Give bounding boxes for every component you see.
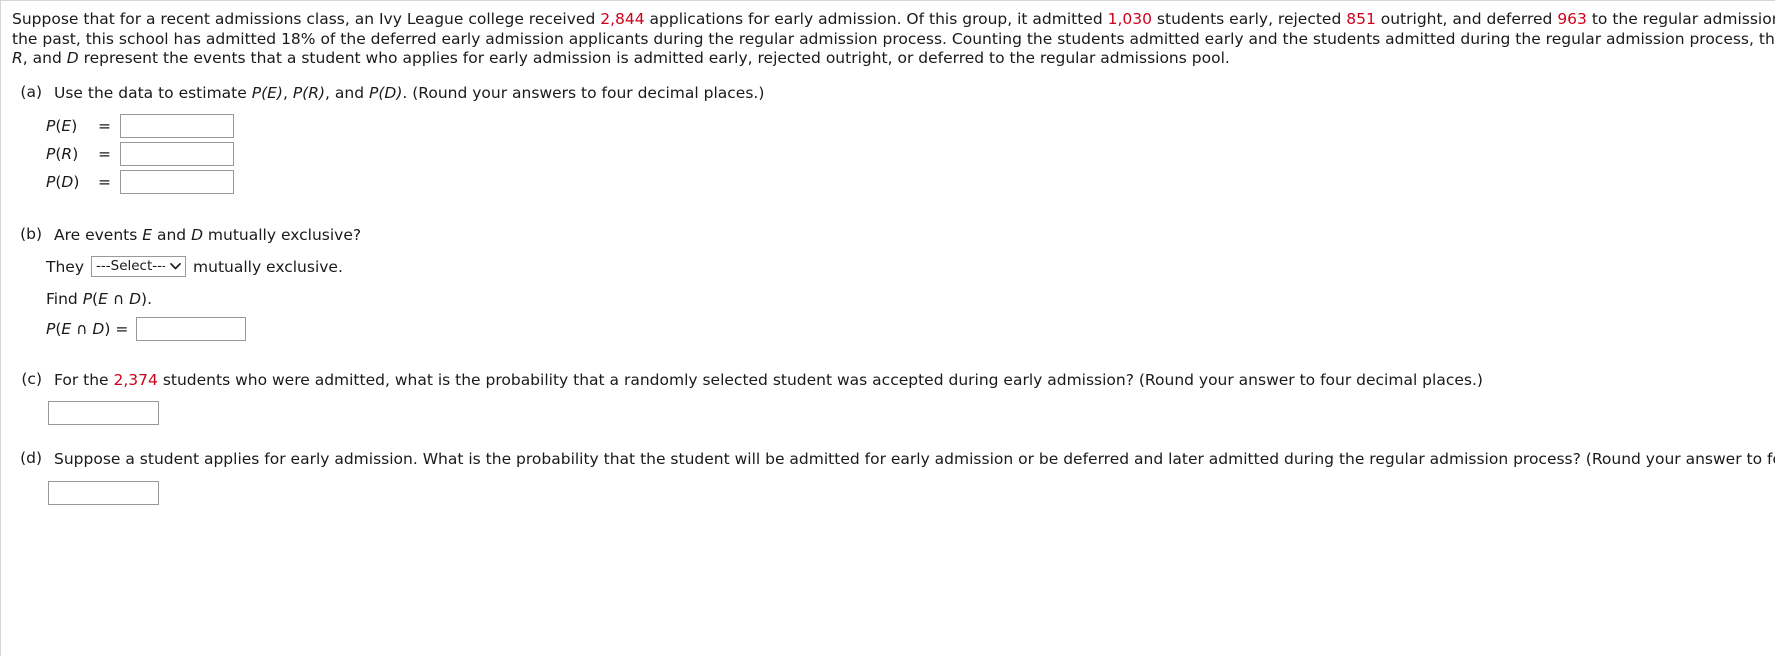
part-a-prompt-pre: Use the data to estimate xyxy=(54,84,252,103)
find-post: . xyxy=(147,290,153,309)
find-expression: P(E ∩ D) xyxy=(83,290,147,308)
mutually-exclusive-answer-row: They ---Select--- are are not mutually e… xyxy=(46,256,1775,278)
part-a-pr: P(R) xyxy=(292,84,326,103)
they-label: They xyxy=(46,257,85,276)
answer-input-pd[interactable] xyxy=(120,170,234,195)
part-c-prompt-post: students who were admitted, what is the … xyxy=(157,371,1483,390)
part-a-pd: P(D) xyxy=(369,84,403,103)
intersection-symbol: ∩ xyxy=(107,290,130,309)
event-d: D xyxy=(129,290,142,309)
spacer-b-c xyxy=(12,347,1775,370)
paren-close: ) xyxy=(72,145,79,164)
p-symbol: P xyxy=(82,290,93,309)
equals-sign-pd: = xyxy=(98,173,111,192)
part-b-event-e: E xyxy=(142,226,153,245)
stem-rejected-count: 851 xyxy=(1346,10,1376,28)
part-a: (a) Use the data to estimate P(E), P(R),… xyxy=(12,83,1775,196)
stem-text-1: Suppose that for a recent admissions cla… xyxy=(12,10,601,28)
stem-admitted-early-count: 1,030 xyxy=(1107,10,1152,28)
paren-close: ) xyxy=(71,117,78,136)
part-b: (b) Are events E and D mutually exclusiv… xyxy=(12,225,1775,342)
probability-row-pr: P(R) = xyxy=(46,140,1775,168)
event-e: E xyxy=(61,320,72,339)
p-symbol: P xyxy=(46,117,56,136)
answer-input-part-d[interactable] xyxy=(48,480,159,505)
part-a-sep2: , and xyxy=(325,84,369,103)
stem-text-2: applications for early admission. Of thi… xyxy=(644,10,1108,28)
event-var: R xyxy=(61,145,73,164)
spacer-a-b xyxy=(12,202,1775,225)
event-var: D xyxy=(61,173,74,192)
answer-input-part-c[interactable] xyxy=(48,401,159,426)
spacer-c-d xyxy=(12,431,1775,449)
part-c-answer-row xyxy=(48,401,1775,426)
part-b-label: (b) xyxy=(20,225,42,244)
probability-row-pe: P(E) = xyxy=(46,112,1775,140)
part-c-prompt-pre: For the xyxy=(54,371,114,390)
label-p-of-e: P(E) xyxy=(46,117,92,135)
equals-sign-pr: = xyxy=(98,145,111,164)
paren-close: ) xyxy=(73,173,80,192)
event-d: D xyxy=(92,320,105,339)
find-intersection-prompt: Find P(E ∩ D). xyxy=(46,290,1775,308)
p-symbol: P xyxy=(46,320,56,339)
part-a-answer-list: P(E) = P(R) = P(D) = xyxy=(46,112,1775,196)
event-e: E xyxy=(98,290,108,309)
part-b-prompt: Are events E and D mutually exclusive? xyxy=(54,225,1775,245)
mutually-exclusive-select[interactable]: ---Select--- are are not xyxy=(91,256,187,278)
part-d-label: (d) xyxy=(20,449,42,468)
part-a-prompt: Use the data to estimate P(E), P(R), and… xyxy=(54,83,1775,103)
stem-text-9: represent the events that a student who … xyxy=(78,49,1230,68)
part-c: (c) For the 2,374 students who were admi… xyxy=(12,370,1775,426)
part-b-event-d: D xyxy=(191,226,203,245)
event-var: E xyxy=(61,117,72,136)
find-pre: Find xyxy=(46,290,83,309)
answer-input-p-e-intersect-d[interactable] xyxy=(136,317,247,342)
stem-text-8: , and xyxy=(22,49,67,68)
mutually-exclusive-select-wrap[interactable]: ---Select--- are are not xyxy=(91,256,187,278)
part-c-label: (c) xyxy=(21,370,42,389)
problem-statement: Suppose that for a recent admissions cla… xyxy=(12,10,1775,69)
stem-deferred-count: 963 xyxy=(1557,10,1587,28)
label-p-of-d: P(D) xyxy=(46,173,92,191)
mutually-exclusive-suffix: mutually exclusive. xyxy=(193,257,343,276)
answer-input-pe[interactable] xyxy=(120,114,234,139)
part-a-prompt-post: . (Round your answers to four decimal pl… xyxy=(402,84,765,103)
stem-event-d: D xyxy=(66,49,79,68)
question-page: Suppose that for a recent admissions cla… xyxy=(0,0,1775,656)
stem-text-3: students early, rejected xyxy=(1152,10,1347,28)
paren-close: ) xyxy=(104,320,111,339)
stem-applications-count: 2,844 xyxy=(600,10,645,28)
part-c-prompt: For the 2,374 students who were admitted… xyxy=(54,370,1775,390)
part-b-prompt-post: mutually exclusive? xyxy=(203,226,362,245)
equals-sign-ped: = xyxy=(115,320,129,339)
part-d: (d) Suppose a student applies for early … xyxy=(12,449,1775,505)
part-a-sep1: , xyxy=(282,84,293,103)
part-d-answer-row xyxy=(48,480,1775,505)
p-symbol: P xyxy=(46,145,56,164)
intersection-answer-row: P(E ∩ D) = xyxy=(46,317,1775,342)
probability-row-pd: P(D) = xyxy=(46,168,1775,196)
part-d-prompt: Suppose a student applies for early admi… xyxy=(54,450,1775,469)
stem-event-r: R xyxy=(12,49,23,68)
part-b-prompt-mid: and xyxy=(152,226,192,245)
intersection-symbol: ∩ xyxy=(71,320,93,339)
part-a-pe: P(E) xyxy=(251,84,283,103)
part-b-prompt-pre: Are events xyxy=(54,226,143,245)
label-p-of-r: P(R) xyxy=(46,145,92,163)
label-p-e-intersect-d: P(E ∩ D) xyxy=(46,320,110,338)
p-symbol: P xyxy=(46,173,56,192)
part-c-admitted-count: 2,374 xyxy=(113,371,158,390)
stem-text-4: outright, and deferred xyxy=(1375,10,1558,28)
answer-input-pr[interactable] xyxy=(120,142,234,167)
question-content: Suppose that for a recent admissions cla… xyxy=(1,1,1775,505)
equals-sign-pe: = xyxy=(98,117,111,136)
part-a-label: (a) xyxy=(20,83,42,102)
